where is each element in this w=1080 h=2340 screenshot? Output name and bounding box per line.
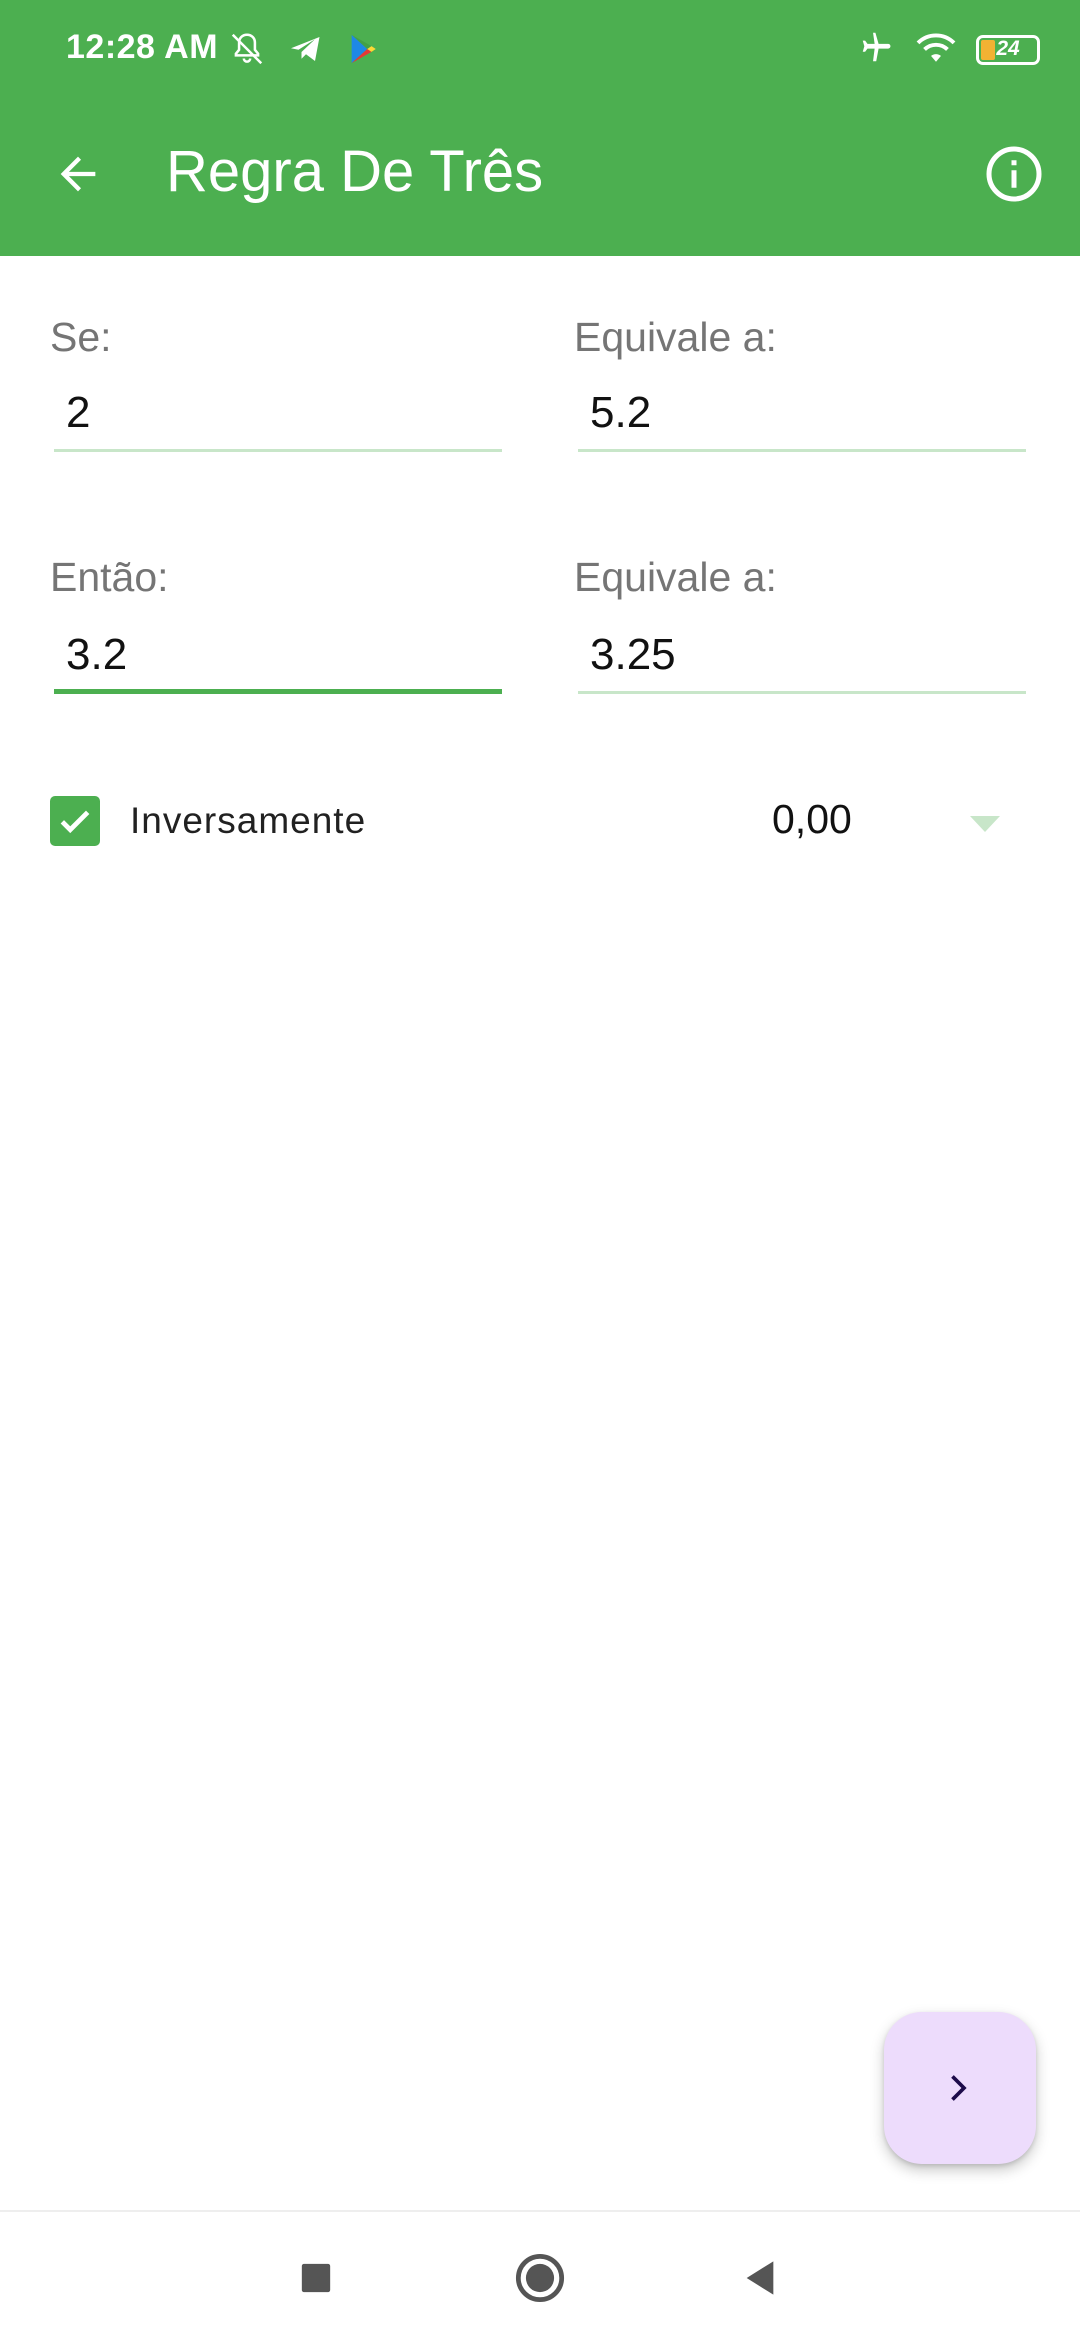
se-value: 2 <box>66 388 91 437</box>
info-button[interactable] <box>972 132 1056 216</box>
navigation-bar <box>0 2210 1080 2340</box>
home-icon <box>515 2253 565 2303</box>
home-button[interactable] <box>508 2246 572 2310</box>
inversamente-label: Inversamente <box>130 800 367 841</box>
inversamente-checkbox[interactable] <box>50 796 100 846</box>
calculate-fab[interactable] <box>884 2012 1036 2164</box>
back-icon <box>746 2261 774 2295</box>
status-bar: 12:28 AM 24 <box>0 0 1080 100</box>
play-store-icon <box>346 32 380 71</box>
top-bar: 12:28 AM 24 Regra De Três <box>0 0 1080 256</box>
entao-input[interactable]: 3.2 <box>54 624 502 694</box>
status-left-icons <box>228 30 380 73</box>
info-icon <box>986 146 1042 202</box>
entao-value: 3.2 <box>66 630 128 679</box>
equivale-input-1[interactable]: 5.2 <box>578 382 1026 452</box>
telegram-icon <box>288 31 324 72</box>
status-right-icons: 24 <box>858 28 1040 71</box>
equivale-label-1: Equivale a: <box>574 314 777 360</box>
screen: 12:28 AM 24 Regra De Três Se: 2 Equivale… <box>0 0 1080 2340</box>
wifi-icon <box>916 29 956 70</box>
recent-apps-button[interactable] <box>284 2246 348 2310</box>
arrow-left-icon <box>60 156 96 192</box>
equivale-value-2: 3.25 <box>590 630 676 679</box>
bell-off-icon <box>228 30 266 73</box>
dropdown-arrow-icon <box>970 816 1000 832</box>
se-input[interactable]: 2 <box>54 382 502 452</box>
recent-apps-icon <box>301 2263 331 2293</box>
chevron-right-icon <box>951 2075 967 2101</box>
battery-level: 24 <box>996 36 1020 60</box>
precision-value: 0,00 <box>772 796 852 842</box>
entao-label: Então: <box>50 554 169 600</box>
back-button[interactable] <box>36 132 120 216</box>
app-bar: Regra De Três <box>0 100 1080 256</box>
equivale-label-2: Equivale a: <box>574 554 777 600</box>
equivale-value-1: 5.2 <box>590 388 652 437</box>
battery-icon: 24 <box>976 34 1040 65</box>
status-time: 12:28 AM <box>66 28 219 66</box>
se-label: Se: <box>50 314 112 360</box>
equivale-input-2[interactable]: 3.25 <box>578 624 1026 694</box>
back-nav-button[interactable] <box>728 2246 792 2310</box>
precision-dropdown[interactable]: 0,00 <box>772 790 1012 854</box>
inversamente-row[interactable]: Inversamente <box>50 796 366 846</box>
check-icon <box>60 810 90 834</box>
airplane-icon <box>858 28 896 71</box>
page-title: Regra De Três <box>166 139 544 204</box>
